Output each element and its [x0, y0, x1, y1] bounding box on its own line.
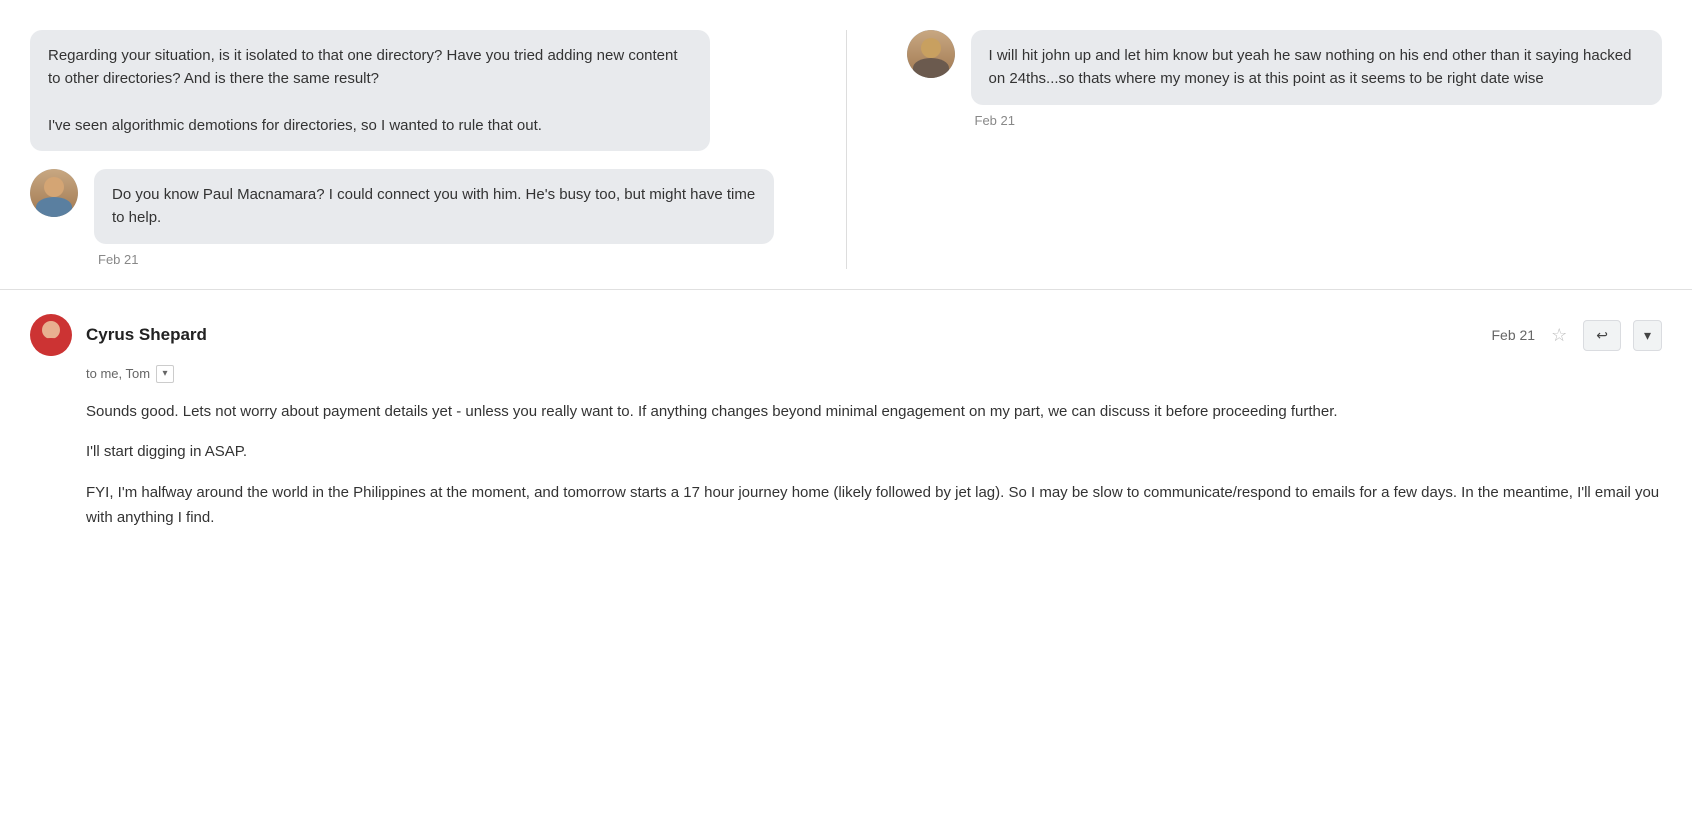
sender-name: Cyrus Shepard [86, 322, 207, 348]
right-bubble-1: I will hit john up and let him know but … [971, 30, 1663, 105]
email-header: Cyrus Shepard Feb 21 ☆ ↩ ▾ [30, 314, 1662, 356]
email-para-1: Sounds good. Lets not worry about paymen… [86, 400, 1662, 425]
email-para-3: FYI, I'm halfway around the world in the… [86, 481, 1662, 531]
left-bubble-2-with-avatar: Do you know Paul Macnamara? I could conn… [30, 169, 786, 269]
chat-right-column: I will hit john up and let him know but … [847, 30, 1692, 269]
to-line: to me, Tom ▾ [86, 364, 1662, 384]
email-body: Sounds good. Lets not worry about paymen… [86, 400, 1662, 531]
email-section: Cyrus Shepard Feb 21 ☆ ↩ ▾ to me, Tom ▾ … [0, 290, 1692, 571]
left-bubble-1: Regarding your situation, is it isolated… [30, 30, 710, 151]
email-date: Feb 21 [1492, 325, 1536, 346]
right-bubble-wrap: I will hit john up and let him know but … [907, 30, 1663, 130]
reply-icon: ↩ [1596, 327, 1608, 344]
left-bubble-2: Do you know Paul Macnamara? I could conn… [94, 169, 774, 244]
left-timestamp: Feb 21 [94, 250, 786, 270]
email-sender-info: Cyrus Shepard [30, 314, 207, 356]
left-messages: Regarding your situation, is it isolated… [30, 30, 786, 269]
recipients-dropdown[interactable]: ▾ [156, 365, 174, 383]
sender-avatar [30, 314, 72, 356]
more-options-button[interactable]: ▾ [1633, 320, 1662, 351]
right-avatar-1 [907, 30, 955, 78]
chat-section: Regarding your situation, is it isolated… [0, 0, 1692, 290]
right-bubble-content: I will hit john up and let him know but … [971, 30, 1663, 130]
reply-button[interactable]: ↩ [1583, 320, 1621, 351]
chat-left-column: Regarding your situation, is it isolated… [0, 30, 847, 269]
email-meta-right: Feb 21 ☆ ↩ ▾ [1492, 320, 1663, 351]
email-para-2: I'll start digging in ASAP. [86, 440, 1662, 465]
left-avatar-1 [30, 169, 78, 217]
page-container: Regarding your situation, is it isolated… [0, 0, 1692, 835]
star-button[interactable]: ☆ [1547, 321, 1571, 350]
to-recipients: to me, Tom [86, 364, 150, 384]
right-timestamp: Feb 21 [971, 111, 1663, 131]
